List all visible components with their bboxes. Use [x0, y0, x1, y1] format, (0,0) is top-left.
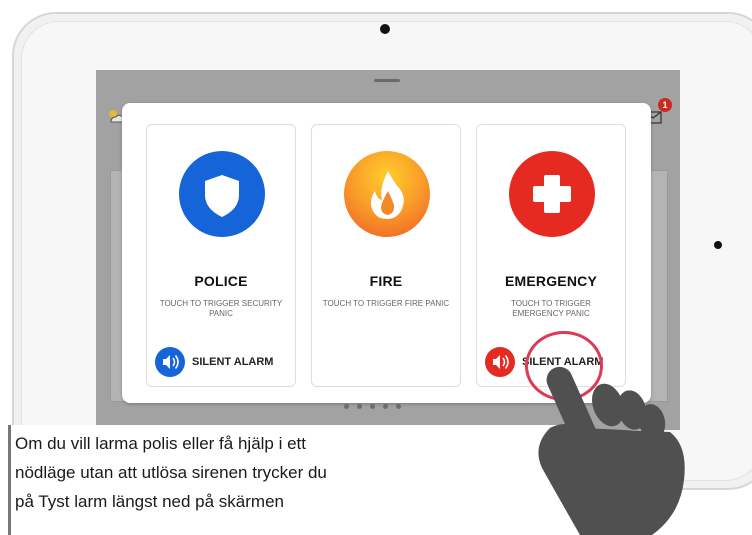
card-title: EMERGENCY	[504, 273, 598, 289]
card-description: TOUCH TO TRIGGER EMERGENCY PANIC	[511, 299, 591, 318]
card-description: TOUCH TO TRIGGER SECURITY PANIC	[159, 299, 283, 318]
instruction-caption: Om du vill larma polis eller få hjälp i …	[8, 425, 588, 535]
page-dot	[357, 404, 362, 409]
silent-alarm-label: SILENT ALARM	[192, 356, 274, 368]
caption-line: Om du vill larma polis eller få hjälp i …	[15, 434, 307, 453]
police-panic-card[interactable]: POLICE TOUCH TO TRIGGER SECURITY PANIC S…	[146, 124, 296, 387]
side-sensor	[714, 241, 722, 249]
page-dot	[383, 404, 388, 409]
page-dot	[370, 404, 375, 409]
page-dot	[344, 404, 349, 409]
caption-line: nödläge utan att utlösa sirenen trycker …	[15, 463, 327, 482]
fire-panic-card[interactable]: FIRE TOUCH TO TRIGGER FIRE PANIC	[311, 124, 461, 387]
shield-icon	[179, 151, 265, 237]
speaker-icon	[155, 347, 185, 377]
notification-badge: 1	[658, 98, 672, 112]
card-title: FIRE	[369, 273, 403, 289]
page-dot	[396, 404, 401, 409]
pull-down-handle[interactable]	[374, 79, 400, 82]
speaker-icon	[485, 347, 515, 377]
cross-icon	[509, 151, 595, 237]
card-title: POLICE	[194, 273, 248, 289]
silent-alarm-button[interactable]: SILENT ALARM	[155, 347, 273, 377]
caption-line: på Tyst larm längst ned på skärmen	[15, 492, 284, 511]
pointing-hand-icon	[538, 366, 685, 535]
card-description: TOUCH TO TRIGGER FIRE PANIC	[322, 299, 450, 308]
page-indicator	[344, 404, 401, 409]
front-camera	[380, 24, 390, 34]
flame-icon	[344, 151, 430, 237]
